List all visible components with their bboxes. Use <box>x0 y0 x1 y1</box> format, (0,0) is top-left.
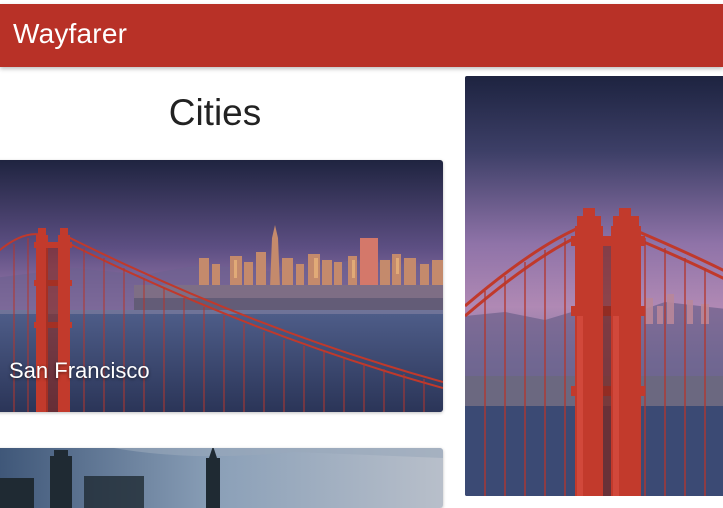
navbar: Wayfarer <box>0 4 723 67</box>
city-card-san-francisco[interactable]: San Francisco <box>0 160 443 412</box>
hero-image-graphic <box>465 76 723 496</box>
city-card-image <box>0 448 443 508</box>
hero-image <box>465 76 723 496</box>
brand-link[interactable]: Wayfarer <box>13 18 127 50</box>
city-card-label: San Francisco <box>9 358 150 383</box>
page-title: Cities <box>168 92 262 133</box>
city-card-second[interactable] <box>0 448 443 508</box>
